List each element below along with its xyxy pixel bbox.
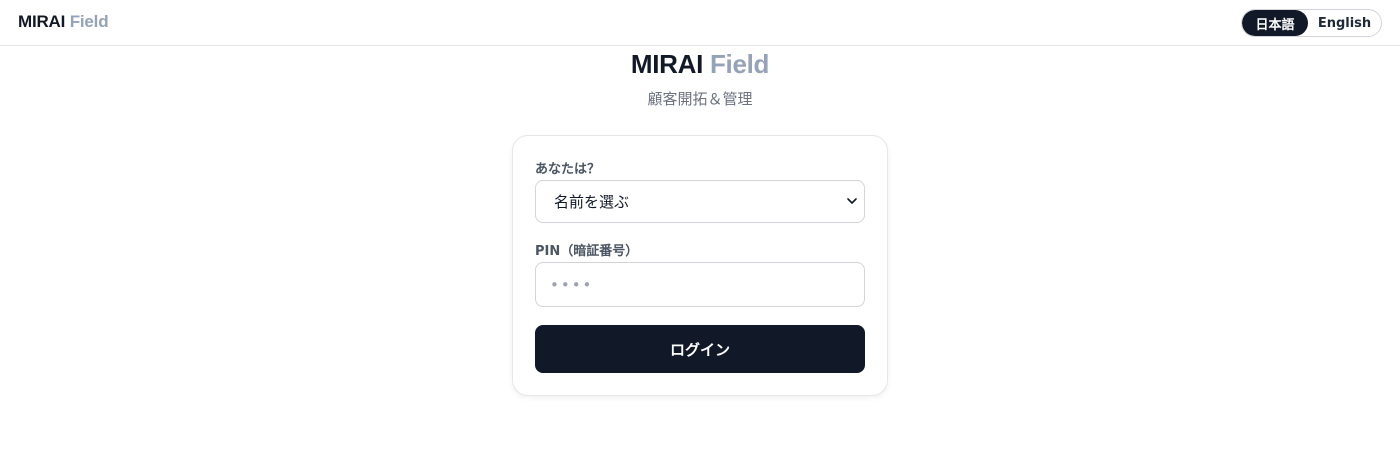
login-button[interactable]: ログイン bbox=[535, 325, 865, 373]
language-japanese-button[interactable]: 日本語 bbox=[1242, 10, 1308, 36]
chevron-down-icon bbox=[847, 198, 857, 204]
page-title: MIRAI Field bbox=[0, 49, 1400, 80]
top-bar: MIRAI Field 日本語 English bbox=[0, 0, 1400, 46]
app-logo[interactable]: MIRAI Field bbox=[18, 12, 109, 32]
logo-primary-text: MIRAI bbox=[18, 12, 66, 31]
login-card: あなたは？ 名前を選ぶ PIN（暗証番号） ログイン bbox=[512, 135, 888, 396]
pin-input[interactable] bbox=[535, 262, 865, 307]
user-select-value: 名前を選ぶ bbox=[554, 193, 630, 211]
pin-label: PIN（暗証番号） bbox=[535, 244, 639, 259]
logo-secondary-text: Field bbox=[69, 12, 109, 31]
language-english-button[interactable]: English bbox=[1308, 10, 1381, 36]
title-secondary-text: Field bbox=[709, 49, 770, 79]
language-toggle: 日本語 English bbox=[1241, 9, 1382, 37]
title-primary-text: MIRAI bbox=[630, 49, 704, 79]
user-select-label: あなたは？ bbox=[535, 162, 601, 177]
user-select[interactable]: 名前を選ぶ bbox=[535, 180, 865, 223]
page-subtitle: 顧客開拓＆管理 bbox=[647, 90, 753, 108]
